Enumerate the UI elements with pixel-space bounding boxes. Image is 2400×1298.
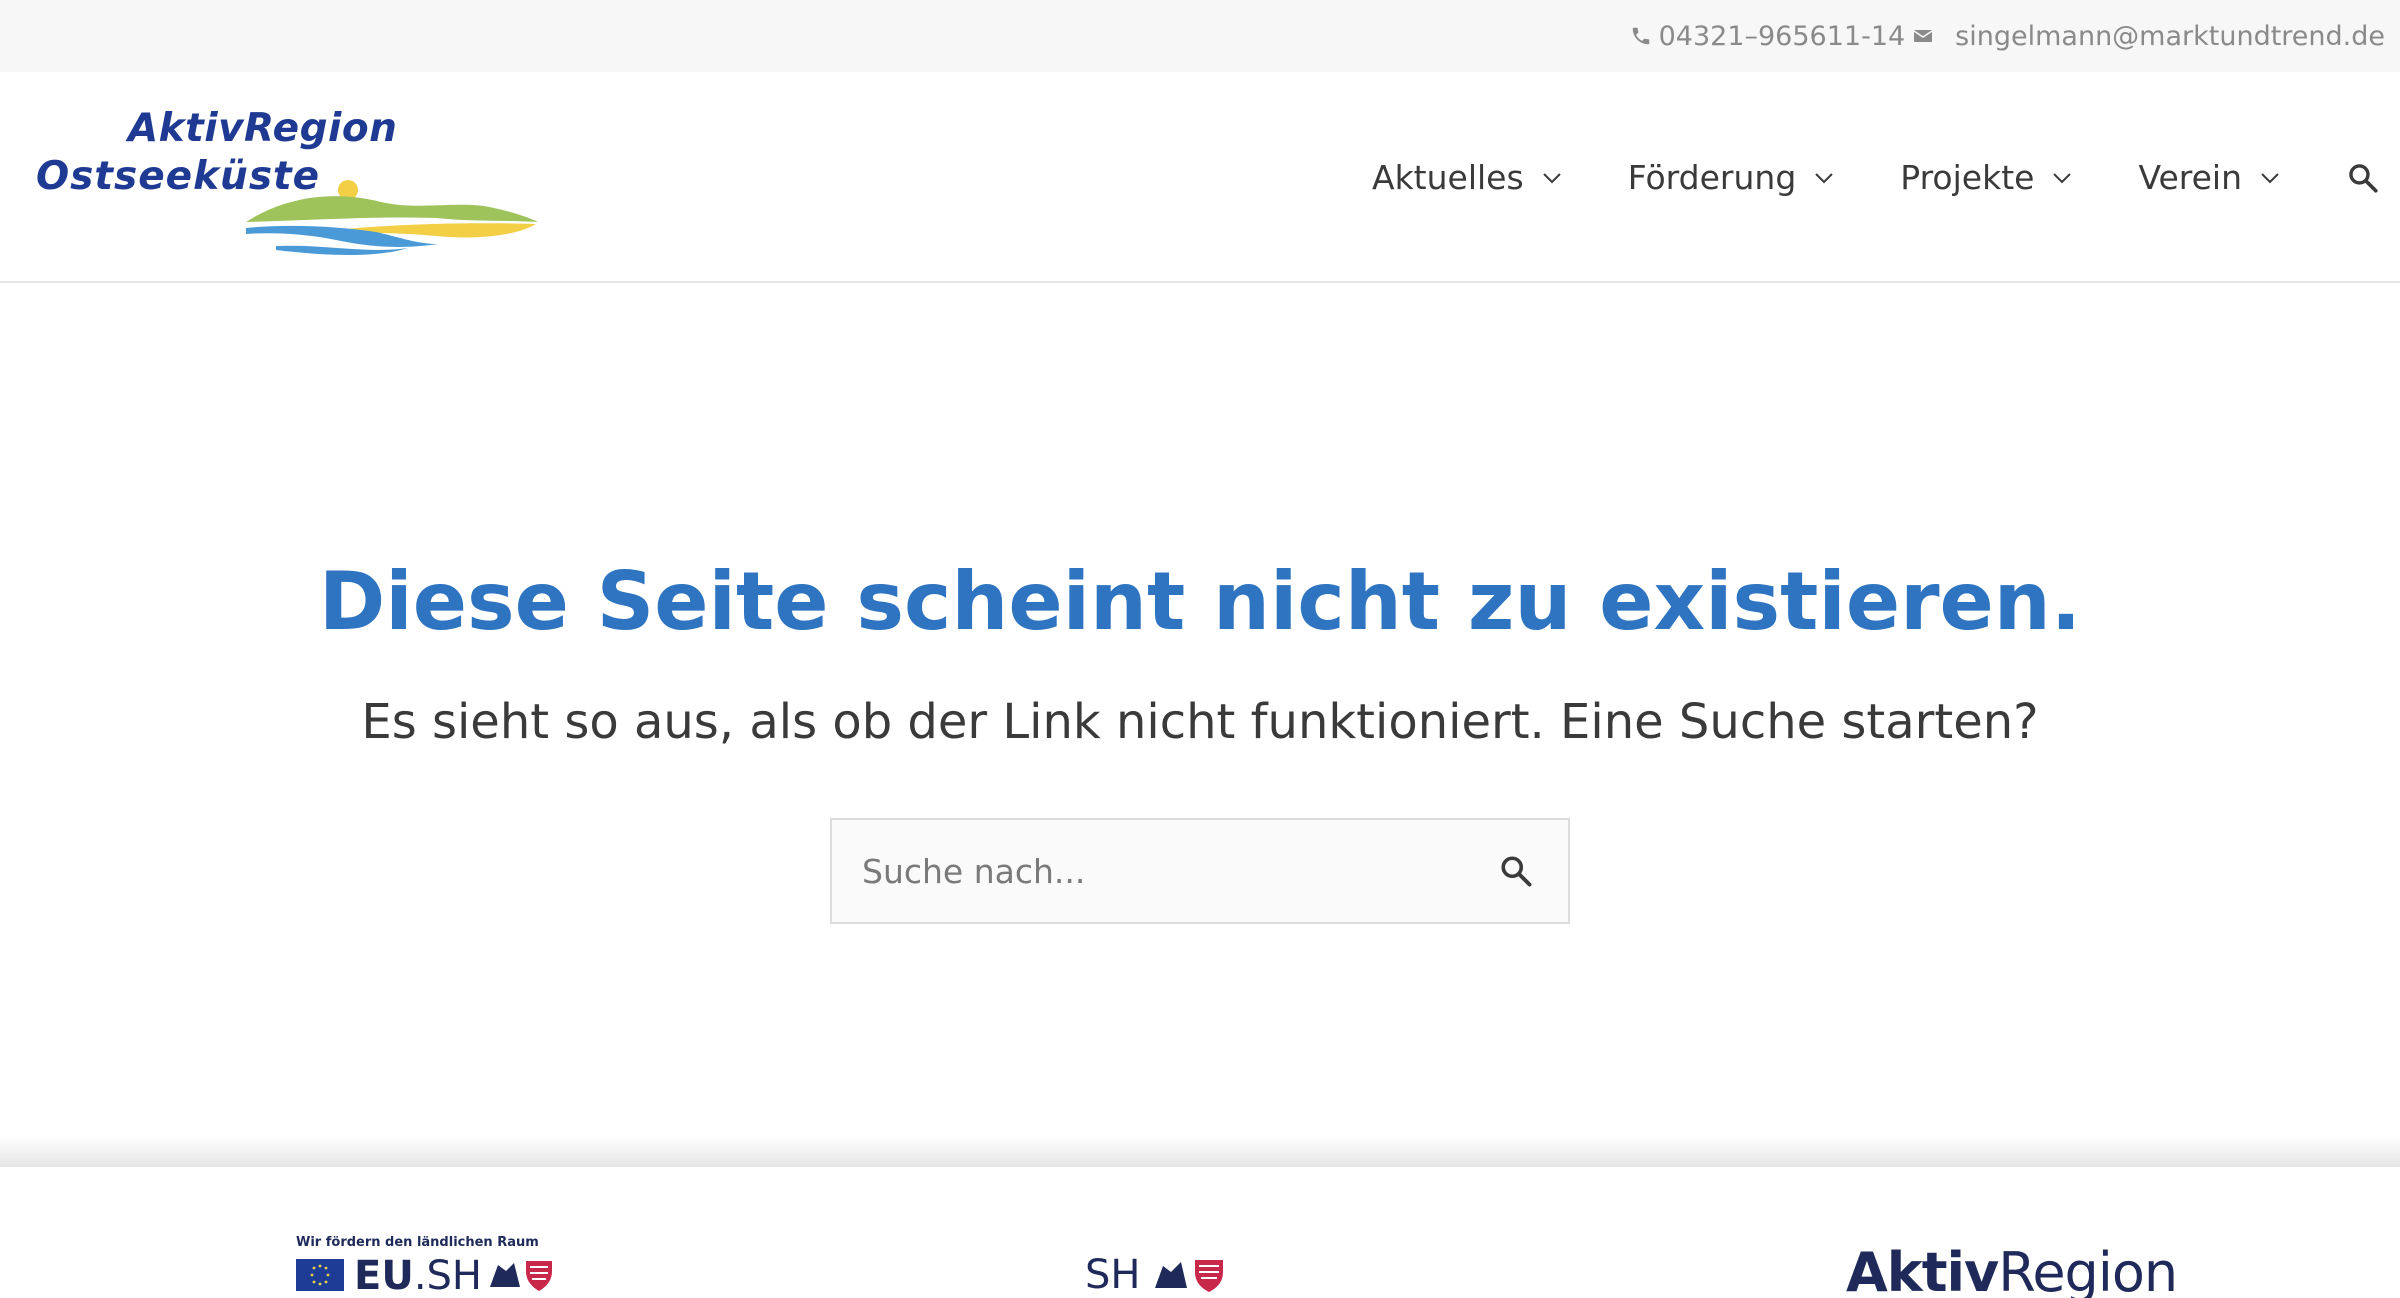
nav-item-label: Förderung: [1627, 158, 1797, 197]
page: 04321–965611-14 singelmann@marktundtrend…: [0, 0, 2400, 1298]
nav-item-label: Projekte: [1900, 158, 2035, 197]
contact-info: 04321–965611-14 singelmann@marktundtrend…: [1629, 16, 2385, 56]
eu-flag-icon: [296, 1259, 344, 1291]
coat-of-arms-icon: [1155, 1260, 1223, 1292]
main-nav: Aktuelles Förderung Projekte Verein: [1372, 72, 2400, 283]
aktivregion-footer-logo[interactable]: AktivRegion: [1846, 1241, 2178, 1298]
eu-sh-logo[interactable]: Wir fördern den ländlichen Raum EU.SH: [296, 1235, 561, 1298]
search-input[interactable]: [832, 820, 1498, 922]
nav-item-label: Verein: [2138, 158, 2242, 197]
eu-prefix: EU: [354, 1253, 414, 1298]
page-title: Diese Seite scheint nicht zu existieren.: [318, 555, 2082, 648]
phone-link[interactable]: 04321–965611-14: [1659, 21, 1906, 52]
eu-suffix: .SH: [413, 1253, 482, 1298]
eu-tagline: Wir fördern den ländlichen Raum: [296, 1235, 539, 1250]
chevron-down-icon: [1815, 172, 1833, 183]
sh-label: SH: [1085, 1252, 1141, 1298]
logo-line1: AktivRegion: [128, 106, 398, 151]
phone-icon: [1629, 24, 1653, 48]
ar-bold: Aktiv: [1846, 1241, 1999, 1298]
nav-item-projekte[interactable]: Projekte: [1900, 158, 2072, 197]
nav-item-aktuelles[interactable]: Aktuelles: [1372, 158, 1562, 197]
search-icon[interactable]: [2346, 161, 2380, 195]
eu-sh-wordmark: EU.SH: [354, 1253, 482, 1298]
email-link[interactable]: singelmann@marktundtrend.de: [1955, 21, 2385, 52]
envelope-icon: [1911, 24, 1935, 48]
search-submit-icon[interactable]: [1498, 853, 1534, 889]
nav-item-foerderung[interactable]: Förderung: [1628, 158, 1835, 197]
coat-of-arms-icon: [490, 1261, 552, 1291]
ar-regular: Region: [1998, 1241, 2178, 1298]
chevron-down-icon: [1542, 172, 1561, 183]
footer-divider-shadow: [0, 1135, 2400, 1167]
nav-item-verein[interactable]: Verein: [2138, 158, 2280, 197]
sh-logo[interactable]: SH: [1085, 1252, 1230, 1298]
nav-item-label: Aktuelles: [1372, 158, 1524, 197]
site-logo[interactable]: AktivRegion Ostseeküste: [36, 98, 546, 258]
logo-line2: Ostseeküste: [36, 154, 321, 199]
chevron-down-icon: [2261, 172, 2279, 183]
page-subtitle: Es sieht so aus, als ob der Link nicht f…: [361, 694, 2039, 750]
chevron-down-icon: [2053, 172, 2072, 183]
search-form: [830, 818, 1570, 924]
site-footer: Wir fördern den ländlichen Raum EU.SH SH: [0, 1167, 2400, 1298]
main-content: Diese Seite scheint nicht zu existieren.…: [0, 285, 2400, 1165]
top-bar: 04321–965611-14 singelmann@marktundtrend…: [0, 0, 2400, 72]
